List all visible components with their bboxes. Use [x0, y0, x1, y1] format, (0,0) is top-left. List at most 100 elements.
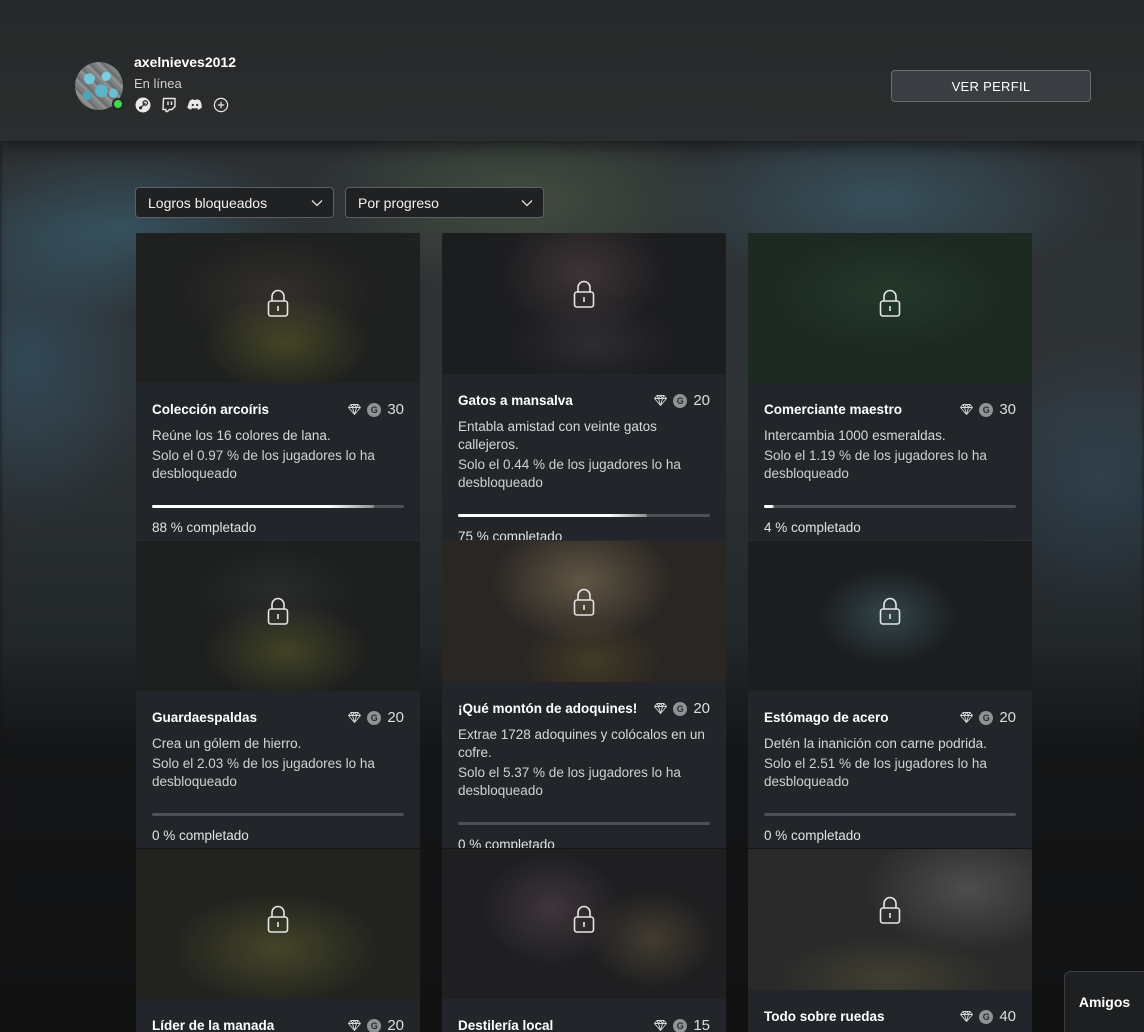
gamerscore-value: 20 — [693, 700, 710, 717]
gamerscore: G 20 — [348, 1017, 404, 1032]
achievement-rarity: Solo el 2.51 % de los jugadores lo ha de… — [764, 756, 987, 789]
achievement-art — [136, 849, 420, 999]
gamerscore-badge-icon: G — [673, 393, 688, 408]
progress-bar — [152, 813, 404, 816]
achievement-card[interactable]: Estómago de acero G 20 Detén la inanición c… — [748, 541, 1032, 848]
lock-icon — [879, 896, 901, 924]
achievement-title: Guardaespaldas — [152, 710, 258, 725]
friends-tab[interactable]: Amigos — [1064, 971, 1144, 1032]
achievement-title: Destilería local — [458, 1018, 554, 1032]
achievement-card[interactable]: Destilería local G 15 — [442, 849, 726, 1032]
progress-bar-fill — [152, 505, 374, 508]
profile-header: axelnieves2012 En línea VER PERFIL — [0, 0, 1144, 141]
achievement-card[interactable]: Líder de la manada G 20 — [136, 849, 420, 1032]
achievement-title: Colección arcoíris — [152, 402, 270, 417]
gamerscore-badge-icon: G — [367, 710, 382, 725]
achievement-body: Líder de la manada G 20 — [136, 1017, 420, 1032]
gamerscore-value: 20 — [999, 709, 1016, 726]
gamerscore-badge-icon: G — [673, 1018, 688, 1032]
lock-filter-value: Logros bloqueados — [148, 194, 268, 211]
achievement-title: ¡Qué montón de adoquines! — [458, 701, 638, 716]
gamerscore: G 20 — [348, 709, 404, 726]
gamerscore: G 40 — [960, 1008, 1016, 1025]
achievement-title: Comerciante maestro — [764, 402, 903, 417]
achievement-art — [442, 849, 726, 999]
achievement-art — [748, 849, 1032, 990]
progress-label: 4 % completado — [764, 520, 861, 535]
gamerscore-value: 20 — [387, 709, 404, 726]
sort-value: Por progreso — [358, 194, 439, 211]
achievement-description: Extrae 1728 adoquines y colócalos en un … — [458, 727, 705, 760]
online-status-dot — [112, 98, 124, 110]
progress-label: 88 % completado — [152, 520, 257, 535]
achievement-card[interactable]: Comerciante maestro G 30 Intercambia 1000 e… — [748, 233, 1032, 540]
achievement-art — [136, 541, 420, 691]
achievement-description: Detén la inanición con carne podrida. — [764, 736, 987, 751]
achievement-rarity: Solo el 5.37 % de los jugadores lo ha de… — [458, 765, 681, 798]
gamerscore: G 20 — [654, 392, 710, 409]
social-links — [135, 97, 229, 113]
achievement-title-row: Todo sobre ruedas G 40 — [764, 1008, 1016, 1025]
lock-icon — [267, 289, 289, 317]
achievement-card[interactable]: Gatos a mansalva G 20 Entabla amistad con v… — [442, 233, 726, 540]
achievement-title-row: Estómago de acero G 20 — [764, 709, 1016, 726]
gamerscore-badge-icon: G — [367, 402, 382, 417]
gamerscore: G 30 — [348, 401, 404, 418]
achievement-title: Líder de la manada — [152, 1018, 275, 1032]
lock-icon — [267, 905, 289, 933]
gamerscore-value: 20 — [387, 1017, 404, 1032]
achievement-rarity: Solo el 2.03 % de los jugadores lo ha de… — [152, 756, 375, 789]
gem-icon — [960, 1011, 974, 1022]
achievement-title-row: Líder de la manada G 20 — [152, 1017, 404, 1032]
twitch-icon[interactable] — [161, 97, 177, 113]
steam-icon[interactable] — [135, 97, 151, 113]
achievement-card[interactable]: Guardaespaldas G 20 Crea un gólem de hierro… — [136, 541, 420, 848]
achievement-title: Gatos a mansalva — [458, 393, 573, 408]
progress-bar — [458, 822, 710, 825]
gamerscore-value: 30 — [999, 401, 1016, 418]
gamerscore-badge-icon: G — [979, 402, 994, 417]
achievement-body: Estómago de acero G 20 Detén la inanición c… — [748, 709, 1032, 843]
gem-icon — [654, 703, 668, 714]
gem-icon — [960, 712, 974, 723]
discord-icon[interactable] — [187, 97, 203, 113]
gem-icon — [348, 404, 362, 415]
view-profile-button[interactable]: VER PERFIL — [891, 70, 1091, 102]
gem-icon — [960, 404, 974, 415]
achievement-description: Crea un gólem de hierro. — [152, 736, 302, 751]
achievement-body: Gatos a mansalva G 20 Entabla amistad con v… — [442, 392, 726, 540]
lock-filter-dropdown[interactable]: Logros bloqueados — [135, 187, 334, 218]
filter-bar: Logros bloqueados Por progreso — [135, 187, 544, 218]
achievement-title: Todo sobre ruedas — [764, 1009, 885, 1024]
gem-icon — [654, 395, 668, 406]
progress-bar-fill — [458, 514, 647, 517]
gem-icon — [348, 712, 362, 723]
achievement-card[interactable]: Todo sobre ruedas G 40 — [748, 849, 1032, 1032]
progress-label: 0 % completado — [152, 828, 249, 843]
gamerscore-badge-icon: G — [979, 1009, 994, 1024]
achievement-body: Colección arcoíris G 30 Reúne los 16 colore… — [136, 401, 420, 535]
achievement-title-row: Comerciante maestro G 30 — [764, 401, 1016, 418]
gamerscore: G 20 — [960, 709, 1016, 726]
progress-bar — [152, 505, 404, 508]
lock-icon — [267, 597, 289, 625]
presence-status: En línea — [134, 76, 182, 91]
achievement-card[interactable]: ¡Qué montón de adoquines! G 20 Extrae 1728 … — [442, 541, 726, 848]
achievement-description: Intercambia 1000 esmeraldas. — [764, 428, 946, 443]
gamerscore-badge-icon: G — [979, 710, 994, 725]
add-icon[interactable] — [213, 97, 229, 113]
gamerscore-value: 30 — [387, 401, 404, 418]
gem-icon — [654, 1020, 668, 1031]
achievement-card[interactable]: Colección arcoíris G 30 Reúne los 16 colore… — [136, 233, 420, 540]
chevron-down-icon — [311, 199, 323, 206]
sort-dropdown[interactable]: Por progreso — [345, 187, 544, 218]
progress-bar-fill — [764, 505, 775, 508]
progress-label: 0 % completado — [764, 828, 861, 843]
gamerscore-badge-icon: G — [673, 701, 688, 716]
gamerscore-badge-icon: G — [367, 1018, 382, 1032]
achievement-title-row: ¡Qué montón de adoquines! G 20 — [458, 700, 710, 717]
achievement-body: Guardaespaldas G 20 Crea un gólem de hierro… — [136, 709, 420, 843]
gamerscore-value: 20 — [693, 392, 710, 409]
gamerscore-value: 40 — [999, 1008, 1016, 1025]
chevron-down-icon — [521, 199, 533, 206]
